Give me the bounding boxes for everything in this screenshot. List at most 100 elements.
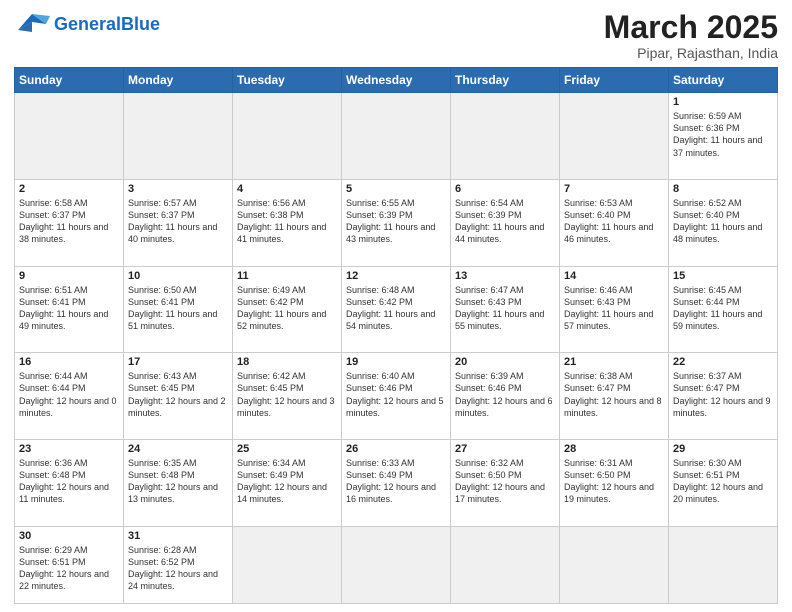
day-number: 7 xyxy=(564,183,664,195)
calendar-cell: 15 Sunrise: 6:45 AMSunset: 6:44 PMDayligh… xyxy=(669,266,778,353)
day-number: 17 xyxy=(128,356,228,368)
logo-blue: Blue xyxy=(121,14,160,34)
day-number: 6 xyxy=(455,183,555,195)
calendar: SundayMondayTuesdayWednesdayThursdayFrid… xyxy=(14,67,778,604)
calendar-cell: 3Sunrise: 6:57 AMSunset: 6:37 PMDaylight… xyxy=(124,179,233,266)
day-number: 25 xyxy=(237,443,337,455)
day-number: 19 xyxy=(346,356,446,368)
day-info: Sunrise: 6:35 AMSunset: 6:48 PMDaylight:… xyxy=(128,457,228,506)
location-title: Pipar, Rajasthan, India xyxy=(604,45,778,61)
day-info: Sunrise: 6:40 AMSunset: 6:46 PMDaylight:… xyxy=(346,370,446,419)
day-info: Sunrise: 6:38 AMSunset: 6:47 PMDaylight:… xyxy=(564,370,664,419)
day-info: Sunrise: 6:53 AMSunset: 6:40 PMDaylight:… xyxy=(564,197,664,246)
calendar-cell xyxy=(124,93,233,180)
day-info: Sunrise: 6:59 AMSunset: 6:36 PMDaylight:… xyxy=(673,110,773,159)
day-info: Sunrise: 6:56 AMSunset: 6:38 PMDaylight:… xyxy=(237,197,337,246)
day-number: 3 xyxy=(128,183,228,195)
day-number: 21 xyxy=(564,356,664,368)
day-number: 31 xyxy=(128,530,228,542)
day-number: 15 xyxy=(673,270,773,282)
day-info: Sunrise: 6:43 AMSunset: 6:45 PMDaylight:… xyxy=(128,370,228,419)
day-info: Sunrise: 6:28 AMSunset: 6:52 PMDaylight:… xyxy=(128,544,228,593)
day-number: 23 xyxy=(19,443,119,455)
calendar-header-row: SundayMondayTuesdayWednesdayThursdayFrid… xyxy=(15,68,778,93)
calendar-cell xyxy=(342,93,451,180)
calendar-week-row: 2 Sunrise: 6:58 AMSunset: 6:37 PMDaylight… xyxy=(15,179,778,266)
day-info: Sunrise: 6:36 AMSunset: 6:48 PMDaylight:… xyxy=(19,457,119,506)
day-number: 2 xyxy=(19,183,119,195)
calendar-cell: 5Sunrise: 6:55 AMSunset: 6:39 PMDaylight… xyxy=(342,179,451,266)
day-number: 20 xyxy=(455,356,555,368)
calendar-day-header: Monday xyxy=(124,68,233,93)
calendar-cell xyxy=(15,93,124,180)
calendar-cell: 18Sunrise: 6:42 AMSunset: 6:45 PMDayligh… xyxy=(233,353,342,440)
calendar-cell: 22Sunrise: 6:37 AMSunset: 6:47 PMDayligh… xyxy=(669,353,778,440)
page: GeneralBlue March 2025 Pipar, Rajasthan,… xyxy=(0,0,792,612)
day-info: Sunrise: 6:42 AMSunset: 6:45 PMDaylight:… xyxy=(237,370,337,419)
calendar-cell: 8Sunrise: 6:52 AMSunset: 6:40 PMDaylight… xyxy=(669,179,778,266)
day-info: Sunrise: 6:49 AMSunset: 6:42 PMDaylight:… xyxy=(237,284,337,333)
day-number: 26 xyxy=(346,443,446,455)
calendar-day-header: Sunday xyxy=(15,68,124,93)
calendar-cell xyxy=(560,93,669,180)
calendar-cell: 14 Sunrise: 6:46 AMSunset: 6:43 PMDayligh… xyxy=(560,266,669,353)
calendar-cell: 2 Sunrise: 6:58 AMSunset: 6:37 PMDaylight… xyxy=(15,179,124,266)
day-info: Sunrise: 6:37 AMSunset: 6:47 PMDaylight:… xyxy=(673,370,773,419)
calendar-cell xyxy=(451,526,560,603)
day-info: Sunrise: 6:45 AMSunset: 6:44 PMDaylight:… xyxy=(673,284,773,333)
day-info: Sunrise: 6:30 AMSunset: 6:51 PMDaylight:… xyxy=(673,457,773,506)
day-number: 4 xyxy=(237,183,337,195)
day-number: 13 xyxy=(455,270,555,282)
calendar-cell xyxy=(233,93,342,180)
day-info: Sunrise: 6:55 AMSunset: 6:39 PMDaylight:… xyxy=(346,197,446,246)
calendar-cell: 1 Sunrise: 6:59 AMSunset: 6:36 PMDaylight… xyxy=(669,93,778,180)
logo-text: GeneralBlue xyxy=(54,15,160,33)
calendar-cell xyxy=(342,526,451,603)
day-number: 11 xyxy=(237,270,337,282)
title-block: March 2025 Pipar, Rajasthan, India xyxy=(604,10,778,61)
calendar-cell: 20 Sunrise: 6:39 AMSunset: 6:46 PMDayligh… xyxy=(451,353,560,440)
day-number: 1 xyxy=(673,96,773,108)
calendar-day-header: Tuesday xyxy=(233,68,342,93)
logo: GeneralBlue xyxy=(14,10,160,38)
calendar-day-header: Wednesday xyxy=(342,68,451,93)
calendar-cell: 4 Sunrise: 6:56 AMSunset: 6:38 PMDaylight… xyxy=(233,179,342,266)
day-number: 9 xyxy=(19,270,119,282)
calendar-cell: 11 Sunrise: 6:49 AMSunset: 6:42 PMDayligh… xyxy=(233,266,342,353)
calendar-day-header: Thursday xyxy=(451,68,560,93)
day-info: Sunrise: 6:29 AMSunset: 6:51 PMDaylight:… xyxy=(19,544,119,593)
calendar-cell: 29Sunrise: 6:30 AMSunset: 6:51 PMDayligh… xyxy=(669,439,778,526)
calendar-week-row: 1 Sunrise: 6:59 AMSunset: 6:36 PMDaylight… xyxy=(15,93,778,180)
calendar-cell: 12 Sunrise: 6:48 AMSunset: 6:42 PMDayligh… xyxy=(342,266,451,353)
day-info: Sunrise: 6:39 AMSunset: 6:46 PMDaylight:… xyxy=(455,370,555,419)
calendar-cell: 17 Sunrise: 6:43 AMSunset: 6:45 PMDayligh… xyxy=(124,353,233,440)
day-number: 12 xyxy=(346,270,446,282)
day-info: Sunrise: 6:48 AMSunset: 6:42 PMDaylight:… xyxy=(346,284,446,333)
month-title: March 2025 xyxy=(604,10,778,45)
calendar-cell: 19 Sunrise: 6:40 AMSunset: 6:46 PMDayligh… xyxy=(342,353,451,440)
day-number: 14 xyxy=(564,270,664,282)
header: GeneralBlue March 2025 Pipar, Rajasthan,… xyxy=(14,10,778,61)
day-info: Sunrise: 6:31 AMSunset: 6:50 PMDaylight:… xyxy=(564,457,664,506)
calendar-cell: 21 Sunrise: 6:38 AMSunset: 6:47 PMDayligh… xyxy=(560,353,669,440)
calendar-cell xyxy=(560,526,669,603)
calendar-cell: 23 Sunrise: 6:36 AMSunset: 6:48 PMDayligh… xyxy=(15,439,124,526)
logo-icon xyxy=(14,10,50,38)
day-number: 27 xyxy=(455,443,555,455)
day-info: Sunrise: 6:58 AMSunset: 6:37 PMDaylight:… xyxy=(19,197,119,246)
calendar-week-row: 9 Sunrise: 6:51 AMSunset: 6:41 PMDaylight… xyxy=(15,266,778,353)
day-info: Sunrise: 6:51 AMSunset: 6:41 PMDaylight:… xyxy=(19,284,119,333)
calendar-cell: 31 Sunrise: 6:28 AMSunset: 6:52 PMDayligh… xyxy=(124,526,233,603)
day-info: Sunrise: 6:46 AMSunset: 6:43 PMDaylight:… xyxy=(564,284,664,333)
day-info: Sunrise: 6:54 AMSunset: 6:39 PMDaylight:… xyxy=(455,197,555,246)
day-info: Sunrise: 6:32 AMSunset: 6:50 PMDaylight:… xyxy=(455,457,555,506)
calendar-cell: 9 Sunrise: 6:51 AMSunset: 6:41 PMDaylight… xyxy=(15,266,124,353)
calendar-cell: 6 Sunrise: 6:54 AMSunset: 6:39 PMDaylight… xyxy=(451,179,560,266)
calendar-cell: 7 Sunrise: 6:53 AMSunset: 6:40 PMDaylight… xyxy=(560,179,669,266)
day-number: 24 xyxy=(128,443,228,455)
day-number: 16 xyxy=(19,356,119,368)
calendar-cell: 13Sunrise: 6:47 AMSunset: 6:43 PMDayligh… xyxy=(451,266,560,353)
day-number: 28 xyxy=(564,443,664,455)
day-info: Sunrise: 6:50 AMSunset: 6:41 PMDaylight:… xyxy=(128,284,228,333)
day-number: 10 xyxy=(128,270,228,282)
